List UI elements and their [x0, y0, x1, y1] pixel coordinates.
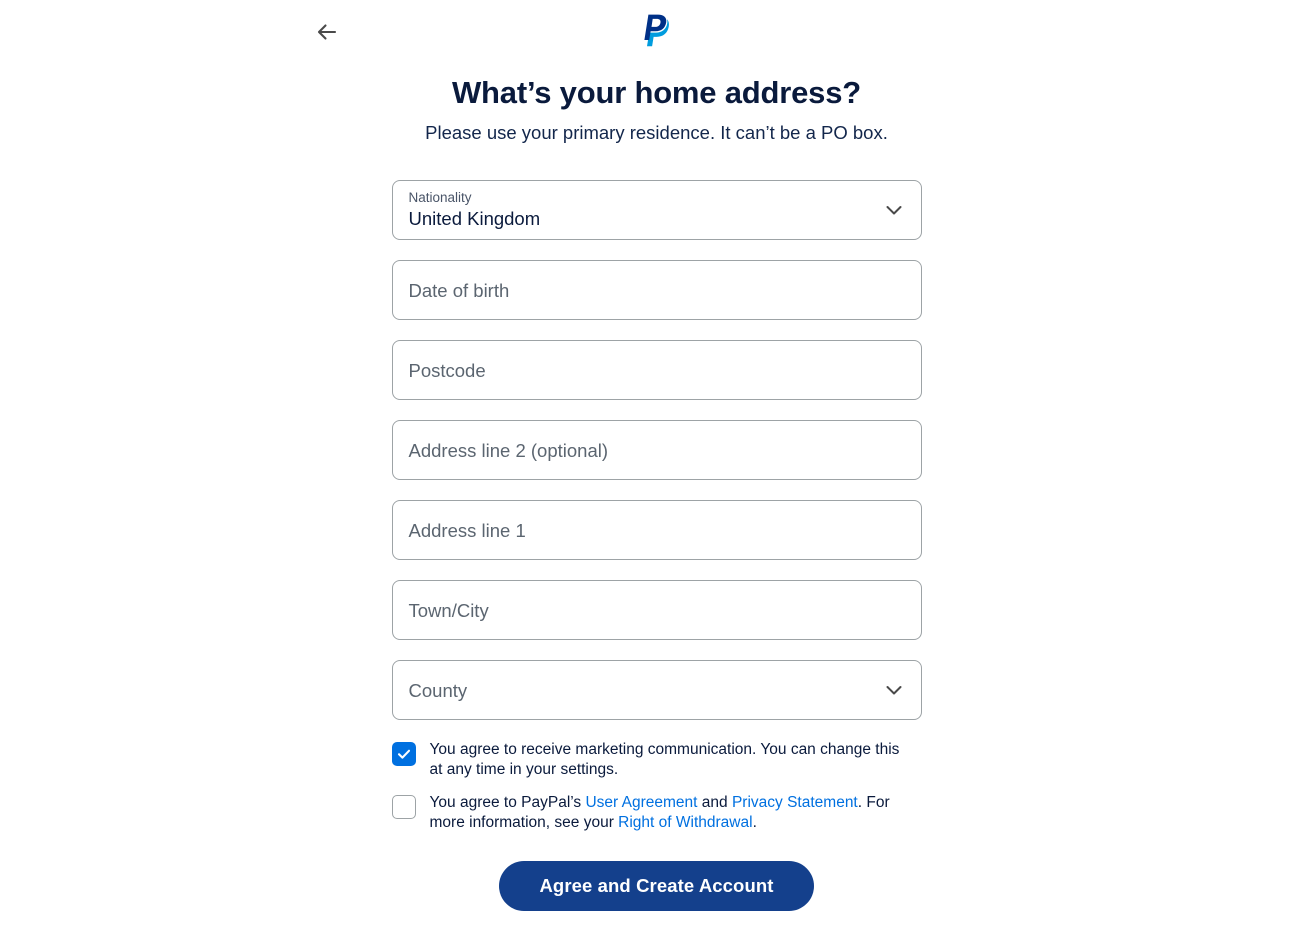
page-subtitle: Please use your primary residence. It ca…: [425, 122, 888, 143]
date-of-birth-placeholder: Date of birth: [408, 279, 510, 301]
nationality-label: Nationality: [408, 190, 472, 205]
postcode-placeholder: Postcode: [408, 359, 486, 381]
county-select[interactable]: County: [391, 660, 922, 720]
terms-consent-row: You agree to PayPal’s User Agreement and…: [391, 793, 922, 833]
marketing-consent-checkbox[interactable]: [391, 742, 416, 766]
chevron-down-icon: [883, 199, 905, 221]
address-line-2-placeholder: Address line 2 (optional): [408, 439, 609, 461]
terms-text-part-1: You agree to PayPal’s: [429, 794, 586, 811]
nationality-select[interactable]: Nationality United Kingdom: [391, 180, 922, 240]
address-form: Nationality United Kingdom Date of birth…: [391, 145, 922, 911]
chevron-down-icon: [883, 679, 905, 701]
right-of-withdrawal-link[interactable]: Right of Withdrawal: [618, 814, 752, 831]
postcode-input[interactable]: Postcode: [391, 340, 922, 400]
nationality-value: United Kingdom: [408, 208, 541, 229]
terms-text-part-4: .: [752, 814, 757, 831]
consents-section: You agree to receive marketing communica…: [391, 740, 922, 833]
check-icon: [396, 746, 412, 762]
terms-text-part-2: and: [697, 794, 732, 811]
page-header: [0, 0, 1313, 60]
address-line-2-input[interactable]: Address line 2 (optional): [391, 420, 922, 480]
paypal-logo: [0, 12, 1313, 48]
privacy-statement-link[interactable]: Privacy Statement: [732, 794, 858, 811]
terms-consent-checkbox[interactable]: [391, 795, 416, 819]
address-line-1-placeholder: Address line 1: [408, 519, 526, 541]
address-line-1-input[interactable]: Address line 1: [391, 500, 922, 560]
user-agreement-link[interactable]: User Agreement: [585, 794, 697, 811]
town-city-input[interactable]: Town/City: [391, 580, 922, 640]
agree-and-create-account-button[interactable]: Agree and Create Account: [499, 861, 814, 911]
county-placeholder: County: [408, 679, 468, 701]
terms-consent-text: You agree to PayPal’s User Agreement and…: [430, 793, 908, 833]
submit-section: Agree and Create Account: [392, 861, 922, 911]
marketing-consent-row: You agree to receive marketing communica…: [391, 740, 922, 780]
marketing-consent-text: You agree to receive marketing communica…: [429, 741, 900, 778]
town-city-placeholder: Town/City: [408, 599, 489, 621]
date-of-birth-input[interactable]: Date of birth: [391, 260, 922, 320]
page-title: What’s your home address?: [452, 75, 861, 110]
